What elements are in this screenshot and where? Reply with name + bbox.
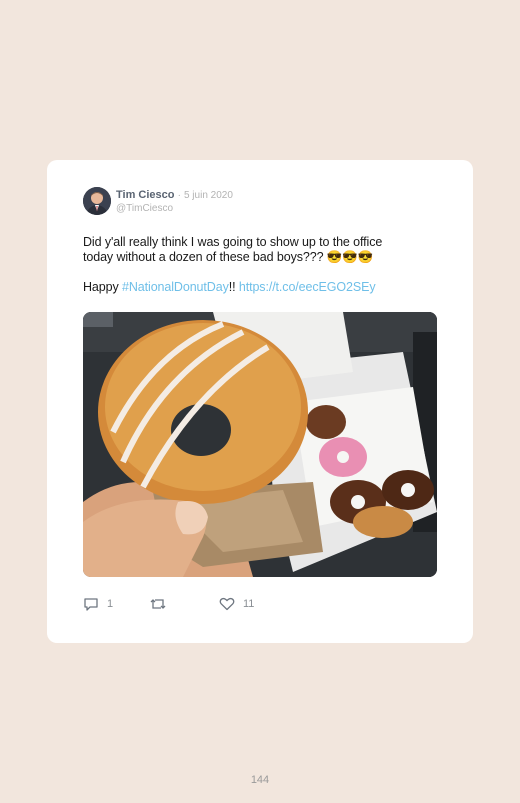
tweet-date[interactable]: 5 juin 2020: [184, 190, 233, 201]
happy-text: Happy: [83, 280, 123, 294]
tweet-text-line-1: Did y'all really think I was going to sh…: [83, 235, 383, 249]
like-button[interactable]: 11: [219, 597, 254, 611]
retweet-icon: [150, 599, 166, 609]
tweet-text-line-3: Happy #NationalDonutDay!! https://t.co/e…: [83, 280, 423, 295]
author-name[interactable]: Tim Ciesco: [116, 189, 175, 201]
tweet-header: Tim Ciesco · 5 juin 2020 @TimCiesco: [83, 187, 443, 217]
avatar[interactable]: [83, 187, 111, 215]
tweet-text-line-2: today without a dozen of these bad boys?…: [83, 250, 374, 264]
heart-icon: [219, 597, 235, 611]
reply-button[interactable]: 1: [83, 597, 113, 611]
tweet-photo[interactable]: [83, 312, 437, 577]
reply-icon: [84, 598, 98, 611]
page-number: 144: [250, 774, 270, 786]
reply-count: 1: [107, 598, 114, 610]
url-link[interactable]: https://t.co/eecEGO2SEy: [239, 280, 376, 294]
retweet-button[interactable]: [149, 597, 167, 611]
author-handle[interactable]: @TimCiesco: [116, 203, 173, 214]
tweet-actions: 1 11: [83, 597, 283, 613]
tweet-text: Did y'all really think I was going to sh…: [83, 235, 423, 295]
exclaim-text: !!: [228, 280, 239, 294]
hashtag-link[interactable]: #NationalDonutDay: [122, 280, 229, 294]
like-count: 11: [243, 598, 255, 610]
tweet-card: Tim Ciesco · 5 juin 2020 @TimCiesco Did …: [47, 160, 473, 643]
separator: ·: [177, 190, 181, 201]
